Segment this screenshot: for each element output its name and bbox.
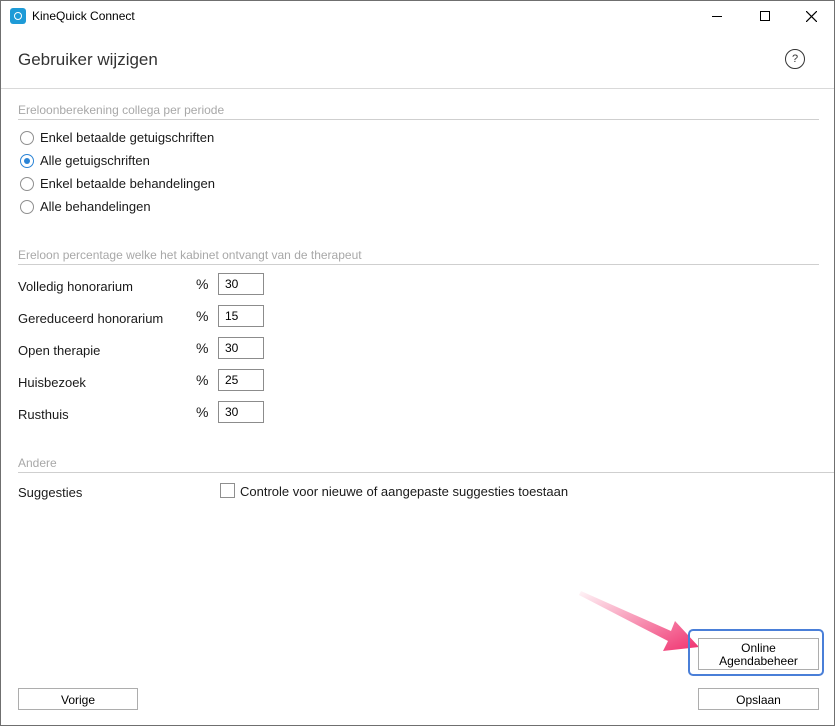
suggesties-checkbox[interactable]	[220, 483, 235, 498]
percent-sign: %	[196, 276, 209, 292]
section-divider	[18, 472, 834, 473]
section-title-ereloon-percentage: Ereloon percentage welke het kabinet ont…	[18, 248, 362, 262]
button-label-line2: Agendabeheer	[719, 654, 798, 668]
radio-button[interactable]	[20, 200, 34, 214]
page-header: Gebruiker wijzigen ?	[1, 31, 834, 89]
app-window: KineQuick Connect Gebruiker wijzigen ? E…	[0, 0, 835, 726]
save-button[interactable]: Opslaan	[698, 688, 819, 710]
row-gereduceerd-honorarium: Gereduceerd honorarium %	[18, 305, 278, 327]
percent-sign: %	[196, 308, 209, 324]
previous-button[interactable]: Vorige	[18, 688, 138, 710]
app-title: KineQuick Connect	[32, 9, 135, 23]
volledig-honorarium-input[interactable]	[218, 273, 264, 295]
open-therapie-input[interactable]	[218, 337, 264, 359]
radio-button-selected[interactable]	[20, 154, 34, 168]
section-divider	[18, 264, 819, 265]
rusthuis-input[interactable]	[218, 401, 264, 423]
radio-button[interactable]	[20, 177, 34, 191]
section-title-ereloonberekening: Ereloonberekening collega per periode	[18, 103, 225, 117]
radio-button[interactable]	[20, 131, 34, 145]
minimize-icon[interactable]	[694, 1, 740, 31]
field-label: Gereduceerd honorarium	[18, 311, 164, 326]
maximize-icon[interactable]	[742, 1, 788, 31]
percent-sign: %	[196, 372, 209, 388]
field-label: Open therapie	[18, 343, 101, 358]
section-title-andere: Andere	[18, 456, 57, 470]
help-icon[interactable]: ?	[785, 49, 805, 69]
app-logo-icon	[10, 8, 26, 24]
row-huisbezoek: Huisbezoek %	[18, 369, 278, 391]
percent-sign: %	[196, 404, 209, 420]
field-label: Rusthuis	[18, 407, 69, 422]
page-title: Gebruiker wijzigen	[18, 50, 158, 69]
row-volledig-honorarium: Volledig honorarium %	[18, 273, 278, 295]
radio-label: Enkel betaalde behandelingen	[40, 176, 215, 191]
field-label: Huisbezoek	[18, 375, 86, 390]
field-label: Volledig honorarium	[18, 279, 133, 294]
section-divider	[18, 119, 819, 120]
huisbezoek-input[interactable]	[218, 369, 264, 391]
suggesties-label: Suggesties	[18, 485, 83, 500]
gereduceerd-honorarium-input[interactable]	[218, 305, 264, 327]
radio-label: Alle behandelingen	[40, 199, 151, 214]
suggesties-checkbox-label[interactable]: Controle voor nieuwe of aangepaste sugge…	[240, 484, 568, 499]
percent-sign: %	[196, 340, 209, 356]
radio-label: Alle getuigschriften	[40, 153, 150, 168]
title-bar[interactable]: KineQuick Connect	[1, 1, 834, 31]
online-agendabeheer-button[interactable]: Online Agendabeheer	[698, 638, 819, 670]
row-open-therapie: Open therapie %	[18, 337, 278, 359]
row-rusthuis: Rusthuis %	[18, 401, 278, 423]
close-icon[interactable]	[788, 1, 834, 31]
radio-label: Enkel betaalde getuigschriften	[40, 130, 215, 145]
